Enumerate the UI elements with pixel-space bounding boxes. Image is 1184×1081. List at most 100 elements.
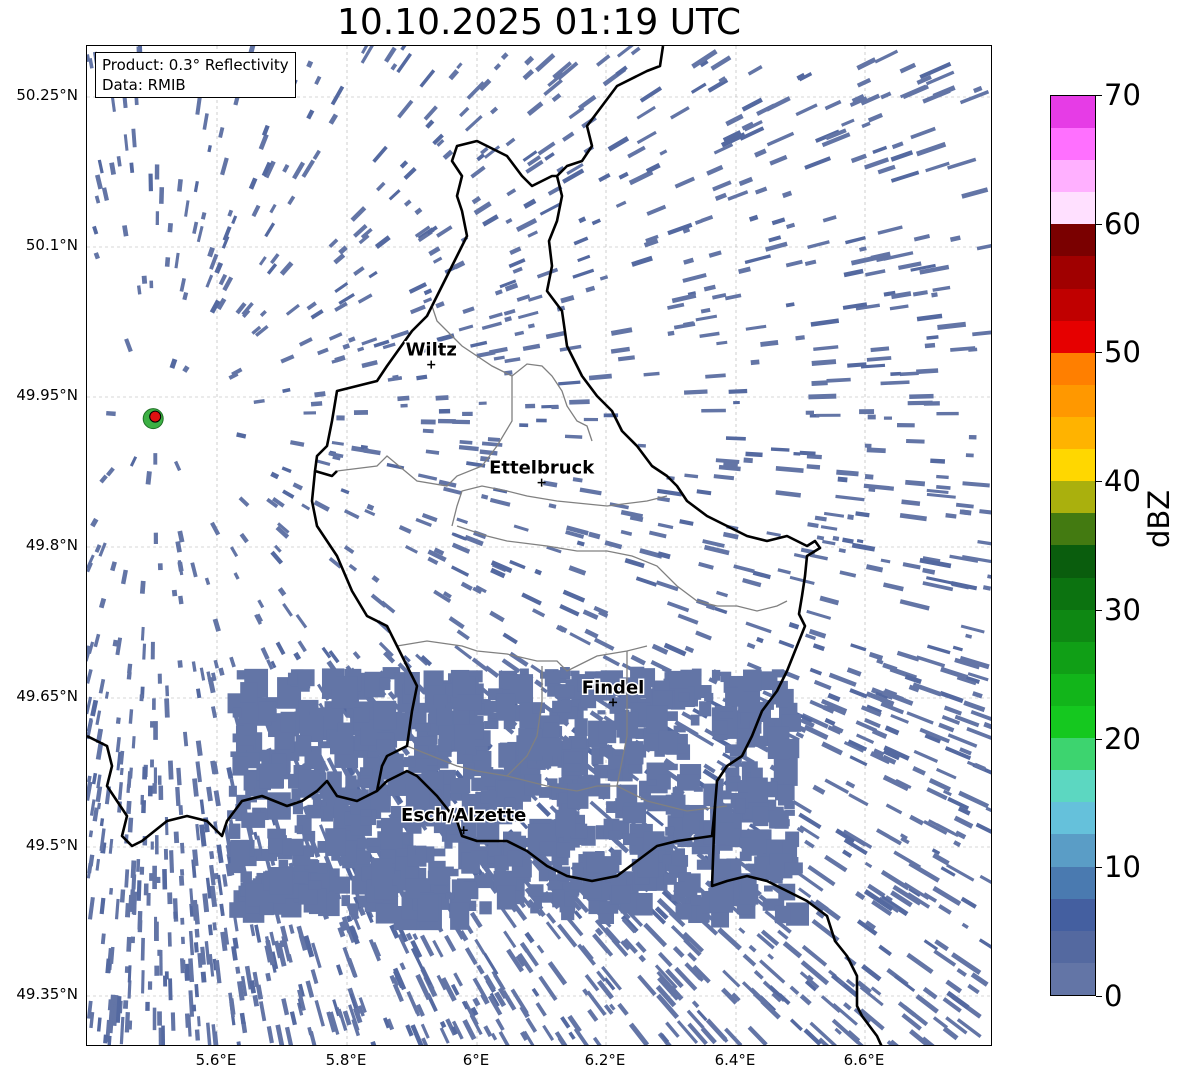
echo-cell xyxy=(423,288,433,296)
echo-cell xyxy=(725,113,744,127)
echo-cell xyxy=(174,460,182,472)
echo-cell xyxy=(933,949,957,967)
colorbar-tick xyxy=(1096,738,1102,740)
echo-cell xyxy=(819,595,840,606)
echo-cell xyxy=(568,106,585,120)
echo-cell xyxy=(855,511,870,518)
colorbar-tick xyxy=(1096,481,1102,483)
echo-cell xyxy=(178,805,184,815)
echo-cell xyxy=(768,235,782,243)
colorbar-segment xyxy=(1051,513,1095,546)
echo-cell xyxy=(270,471,280,480)
echo-cell xyxy=(966,726,991,742)
echo-cell xyxy=(603,856,620,874)
echo-cell xyxy=(795,103,818,117)
echo-cell xyxy=(945,513,957,519)
echo-cell xyxy=(792,799,812,814)
echo-cell xyxy=(218,126,225,138)
echo-cell xyxy=(940,666,969,680)
echo-cell xyxy=(229,656,236,668)
echo-cell xyxy=(157,1011,162,1026)
echo-cell xyxy=(745,324,767,331)
colorbar-tick xyxy=(1096,609,1102,611)
echo-cell xyxy=(610,346,631,354)
echo-cell xyxy=(433,885,447,894)
echo-cell xyxy=(152,1007,157,1031)
echo-cell xyxy=(503,930,517,949)
echo-cell xyxy=(479,901,492,915)
echo-cell xyxy=(848,793,869,807)
city-marker xyxy=(427,360,436,369)
echo-cell xyxy=(784,862,803,874)
echo-cell xyxy=(104,691,110,699)
colorbar-tick-label: 30 xyxy=(1104,592,1141,627)
echo-cell xyxy=(416,374,428,381)
echo-cell xyxy=(942,1026,959,1041)
echo-cell xyxy=(766,865,784,881)
echo-cell xyxy=(972,330,991,337)
echo-cell xyxy=(301,503,311,511)
echo-cell xyxy=(96,802,102,810)
echo-cell xyxy=(313,500,330,512)
echo-cell xyxy=(352,651,361,660)
echo-cell xyxy=(608,830,621,840)
echo-cell xyxy=(267,828,286,839)
echo-cell xyxy=(939,690,964,704)
echo-cell xyxy=(952,645,963,652)
echo-cell xyxy=(514,330,525,337)
colorbar-segment xyxy=(1051,128,1095,161)
echo-cell xyxy=(912,766,926,776)
echo-cell xyxy=(496,693,516,721)
echo-cell xyxy=(890,170,920,183)
echo-cell xyxy=(331,440,344,446)
echo-cell xyxy=(100,933,106,945)
echo-cell xyxy=(280,354,295,364)
echo-cell xyxy=(588,531,601,540)
echo-cell xyxy=(863,483,895,491)
echo-cell xyxy=(417,894,439,922)
echo-cell xyxy=(752,570,771,580)
echo-cell xyxy=(277,587,287,597)
echo-cell xyxy=(721,790,732,800)
echo-cell xyxy=(458,324,474,332)
echo-cell xyxy=(149,280,154,289)
echo-cell xyxy=(314,999,325,1027)
echo-cell xyxy=(159,187,165,204)
echo-cell xyxy=(116,155,122,167)
echo-cell xyxy=(87,781,93,801)
colorbar-segment xyxy=(1051,706,1095,739)
echo-cell xyxy=(695,630,712,641)
echo-cell xyxy=(498,743,516,768)
echo-cell xyxy=(154,965,160,976)
echo-cell xyxy=(139,866,145,875)
echo-cell xyxy=(95,858,101,871)
echo-cell xyxy=(820,995,841,1014)
radar-map[interactable]: Wiltz Ettelbruck Findel Esch/Alzette Produc… xyxy=(86,45,992,1046)
echo-cell xyxy=(568,565,587,576)
echo-cell xyxy=(789,985,800,995)
echo-cell xyxy=(775,490,802,498)
echo-cell xyxy=(525,403,536,409)
colorbar-segment xyxy=(1051,738,1095,771)
echo-cell xyxy=(488,312,503,320)
product-info-box: Product: 0.3° Reflectivity Data: RMIB xyxy=(95,52,296,98)
echo-cell xyxy=(314,75,322,86)
echo-cell xyxy=(720,671,732,683)
echo-cell xyxy=(568,889,579,897)
echo-cell xyxy=(527,323,535,329)
echo-cell xyxy=(470,165,486,179)
echo-cell xyxy=(597,710,606,715)
echo-cell xyxy=(811,380,828,386)
echo-cell xyxy=(587,1008,599,1022)
echo-cell xyxy=(535,1002,547,1017)
echo-cell xyxy=(274,730,295,753)
echo-cell xyxy=(882,774,910,792)
echo-cell xyxy=(743,457,753,464)
echo-cell xyxy=(695,314,718,322)
echo-cell xyxy=(423,297,433,304)
echo-cell xyxy=(480,494,489,500)
echo-cell xyxy=(371,575,380,583)
echo-cell xyxy=(902,562,921,570)
echo-cell xyxy=(799,450,816,456)
echo-cell xyxy=(403,167,417,180)
